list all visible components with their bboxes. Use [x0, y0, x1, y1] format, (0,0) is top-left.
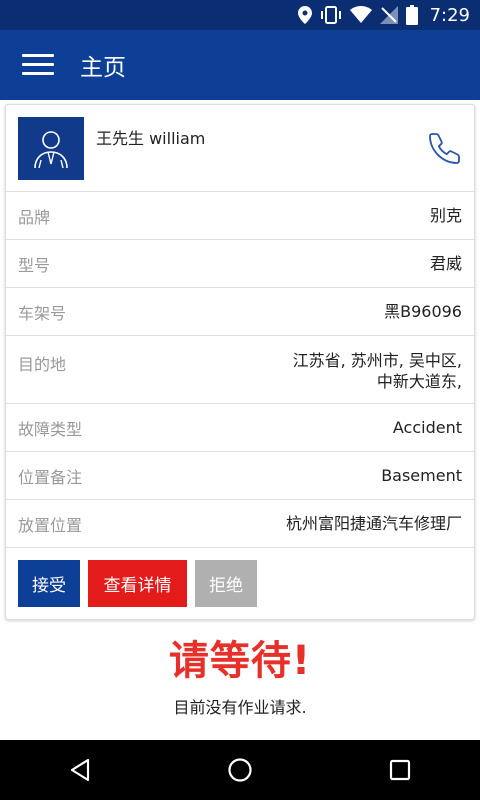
row-label: 放置位置	[18, 515, 83, 535]
page-title: 主页	[80, 55, 126, 81]
battery-icon	[405, 5, 418, 25]
avatar	[18, 117, 84, 180]
home-button[interactable]	[210, 740, 270, 800]
system-nav-bar	[0, 740, 480, 800]
destination-line-2: 中新大道东,	[376, 372, 462, 391]
user-icon	[34, 130, 68, 168]
row-value: 江苏省, 苏州市, 吴中区, 中新大道东,	[293, 350, 462, 392]
vibrate-icon	[320, 6, 341, 24]
back-icon	[70, 758, 90, 782]
app-bar: 主页	[0, 30, 480, 100]
row-value: 黑B96096	[384, 302, 462, 321]
detail-row-model: 型号 君威	[6, 240, 474, 288]
destination-line-1: 江苏省, 苏州市, 吴中区,	[292, 351, 462, 370]
row-value: 杭州富阳捷通汽车修理厂	[285, 514, 462, 533]
back-button[interactable]	[50, 740, 110, 800]
row-label: 位置备注	[18, 467, 83, 487]
status-bar: 7:29	[0, 0, 480, 30]
view-details-button[interactable]: 查看详情	[88, 560, 187, 607]
reject-button[interactable]: 拒绝	[195, 560, 257, 607]
row-label: 目的地	[18, 355, 67, 374]
detail-row-destination: 目的地 江苏省, 苏州市, 吴中区, 中新大道东,	[6, 336, 474, 404]
row-label: 品牌	[18, 207, 51, 227]
no-signal-icon	[379, 6, 398, 24]
order-card: 王先生 william 品牌 别克 型号 君威 车架号 黑B96096 目的地 …	[5, 104, 475, 620]
hamburger-icon	[22, 54, 54, 76]
wifi-icon	[349, 6, 372, 23]
wait-subtitle: 目前没有作业请求.	[173, 698, 307, 717]
row-value: 别克	[429, 206, 462, 225]
row-value: Basement	[381, 466, 462, 485]
home-icon	[228, 758, 252, 782]
recents-icon	[389, 759, 411, 781]
call-button[interactable]	[428, 131, 462, 165]
row-label: 故障类型	[18, 419, 83, 439]
detail-row-placement: 放置位置 杭州富阳捷通汽车修理厂	[6, 500, 474, 548]
detail-row-fault-type: 故障类型 Accident	[6, 404, 474, 452]
action-bar: 接受 查看详情 拒绝	[6, 548, 474, 607]
recents-button[interactable]	[370, 740, 430, 800]
customer-name: 王先生 william	[96, 129, 206, 148]
row-label: 型号	[18, 255, 51, 275]
row-value: Accident	[392, 418, 462, 437]
phone-icon	[429, 133, 460, 164]
row-label: 车架号	[18, 303, 67, 323]
menu-button[interactable]	[0, 30, 76, 100]
detail-row-brand: 品牌 别克	[6, 192, 474, 240]
wait-title: 请等待!	[168, 638, 312, 684]
customer-header: 王先生 william	[6, 105, 474, 192]
accept-button[interactable]: 接受	[18, 560, 80, 607]
location-icon	[297, 6, 312, 24]
detail-row-vin: 车架号 黑B96096	[6, 288, 474, 336]
row-value: 君威	[429, 254, 462, 273]
detail-row-location-note: 位置备注 Basement	[6, 452, 474, 500]
status-time: 7:29	[429, 4, 470, 26]
